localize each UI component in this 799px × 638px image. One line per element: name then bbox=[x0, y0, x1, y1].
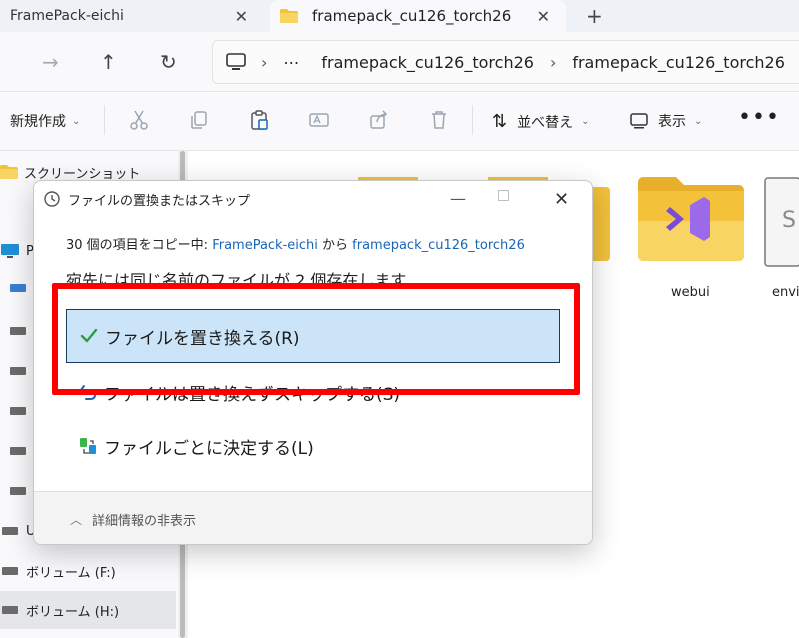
clock-icon bbox=[44, 191, 60, 207]
ellipsis-icon[interactable]: ⋯ bbox=[283, 53, 299, 72]
compare-files-icon bbox=[80, 438, 96, 454]
svg-text:S: S bbox=[782, 208, 796, 233]
tab-framepack-eichi[interactable]: FramePack-eichi ✕ bbox=[0, 0, 264, 32]
source-folder-link[interactable]: FramePack-eichi bbox=[212, 238, 318, 253]
red-highlight-annotation bbox=[52, 283, 580, 395]
breadcrumb-item[interactable]: framepack_cu126_torch26 bbox=[321, 53, 534, 72]
file-icon[interactable]: S bbox=[764, 177, 799, 267]
copy-mid: から bbox=[317, 238, 353, 253]
trash-icon[interactable] bbox=[428, 109, 450, 131]
view-label: 表示 bbox=[658, 114, 686, 130]
sidebar-item-drive-u[interactable]: U bbox=[0, 520, 36, 542]
breadcrumb-item[interactable]: framepack_cu126_torch26 bbox=[572, 53, 785, 72]
destination-folder-link[interactable]: framepack_cu126_torch26 bbox=[352, 238, 525, 253]
sidebar-item-drive[interactable] bbox=[8, 400, 34, 422]
sort-label: 並べ替え bbox=[517, 114, 574, 131]
sidebar-item-label: ボリューム (H:) bbox=[26, 604, 120, 620]
new-label: 新規作成 bbox=[10, 114, 66, 130]
chevron-right-icon: › bbox=[261, 52, 268, 72]
dialog-title-bar[interactable]: ファイルの置換またはスキップ bbox=[34, 181, 592, 217]
forward-arrow-icon[interactable]: → bbox=[42, 50, 59, 74]
vs-folder-icon[interactable] bbox=[638, 177, 744, 261]
computer-icon bbox=[226, 53, 246, 70]
more-options-icon[interactable]: ••• bbox=[738, 105, 780, 130]
option-label: ファイルごとに決定する(L) bbox=[104, 438, 314, 459]
sidebar-item-drive[interactable] bbox=[8, 480, 34, 502]
tab-label: framepack_cu126_torch26 bbox=[312, 7, 512, 25]
chevron-down-icon: ⌄ bbox=[581, 116, 590, 127]
toolbar-divider bbox=[472, 105, 473, 135]
maximize-icon bbox=[498, 190, 509, 201]
navigation-bar: → ↑ ↻ › ⋯ framepack_cu126_torch26 › fram… bbox=[0, 32, 799, 92]
refresh-icon[interactable]: ↻ bbox=[160, 50, 177, 74]
chevron-down-icon: ⌄ bbox=[694, 115, 703, 127]
drive-icon bbox=[2, 606, 18, 614]
sidebar-item-pc[interactable]: P bbox=[0, 240, 34, 262]
decide-per-file-button[interactable]: ファイルごとに決定する(L) bbox=[66, 419, 560, 473]
minimize-icon[interactable]: — bbox=[450, 189, 466, 208]
command-toolbar: 新規作成 ⌄ ⇅ 並べ替え ⌄ 表示 ⌄ ••• bbox=[0, 93, 799, 151]
tab-bar: FramePack-eichi ✕ framepack_cu126_torch2… bbox=[0, 0, 799, 32]
sort-icon: ⇅ bbox=[492, 111, 508, 132]
folder-icon bbox=[0, 165, 18, 179]
drive-icon bbox=[10, 327, 26, 335]
file-label[interactable]: envi bbox=[772, 285, 799, 300]
sidebar-item-label: ボリューム (F:) bbox=[26, 565, 116, 581]
new-tab-icon[interactable]: + bbox=[586, 4, 603, 28]
rename-icon[interactable] bbox=[308, 109, 330, 131]
close-icon[interactable]: ✕ bbox=[554, 189, 569, 210]
address-bar[interactable]: › ⋯ framepack_cu126_torch26 › framepack_… bbox=[212, 40, 799, 84]
sidebar-item-drive[interactable] bbox=[8, 277, 34, 299]
chevron-down-icon: ⌄ bbox=[72, 115, 81, 127]
dialog-title: ファイルの置換またはスキップ bbox=[68, 193, 251, 209]
copy-status: 30 個の項目をコピー中: FramePack-eichi から framepa… bbox=[66, 234, 525, 253]
drive-icon bbox=[2, 527, 18, 535]
close-icon[interactable]: ✕ bbox=[537, 7, 550, 26]
sort-button[interactable]: ⇅ 並べ替え ⌄ bbox=[492, 111, 589, 132]
drive-icon bbox=[10, 367, 26, 375]
paste-icon[interactable] bbox=[248, 109, 270, 131]
details-toggle[interactable]: ︿ 詳細情報の非表示 bbox=[34, 491, 592, 544]
drive-icon bbox=[10, 284, 26, 292]
sidebar-item-volume-f[interactable]: ボリューム (F:) bbox=[0, 560, 116, 582]
tab-framepack-cu126-torch26[interactable]: framepack_cu126_torch26 ✕ bbox=[270, 0, 566, 32]
details-toggle-label: 詳細情報の非表示 bbox=[92, 513, 197, 529]
sidebar-item-drive[interactable] bbox=[8, 360, 34, 382]
copy-prefix: 30 個の項目をコピー中: bbox=[66, 238, 213, 253]
drive-icon bbox=[10, 407, 26, 415]
sidebar-item-drive[interactable] bbox=[8, 440, 34, 462]
up-arrow-icon[interactable]: ↑ bbox=[100, 50, 117, 74]
cut-icon[interactable] bbox=[128, 109, 150, 131]
toolbar-divider bbox=[104, 105, 105, 135]
view-button[interactable]: 表示 ⌄ bbox=[630, 111, 702, 131]
sidebar-item-label: スクリーンショット bbox=[24, 166, 141, 182]
sidebar-item-volume-h[interactable]: ボリューム (H:) bbox=[0, 591, 176, 629]
copy-icon[interactable] bbox=[188, 109, 210, 131]
new-button[interactable]: 新規作成 ⌄ bbox=[10, 111, 80, 131]
drive-icon bbox=[10, 447, 26, 455]
drive-icon bbox=[10, 487, 26, 495]
close-icon[interactable]: ✕ bbox=[235, 7, 248, 26]
share-icon[interactable] bbox=[368, 109, 390, 131]
tab-label: FramePack-eichi bbox=[10, 8, 124, 24]
folder-icon bbox=[280, 9, 298, 23]
chevron-up-icon: ︿ bbox=[70, 512, 83, 527]
sidebar-item-drive[interactable] bbox=[8, 320, 34, 342]
view-icon bbox=[630, 113, 648, 129]
monitor-icon bbox=[1, 244, 19, 258]
drive-icon bbox=[2, 567, 18, 575]
chevron-right-icon: › bbox=[549, 52, 557, 72]
file-label[interactable]: webui bbox=[671, 285, 710, 300]
